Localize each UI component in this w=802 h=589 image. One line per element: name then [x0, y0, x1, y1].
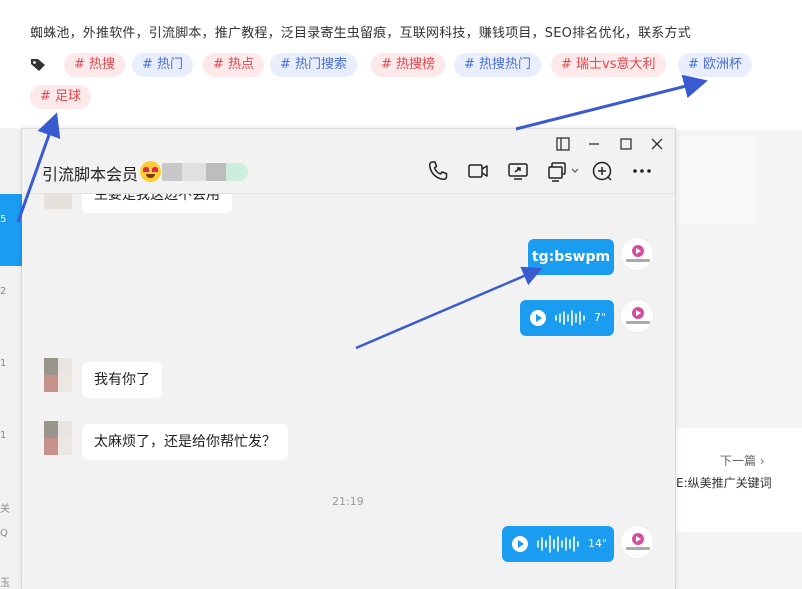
self-avatar[interactable] — [620, 525, 654, 559]
message-bubble[interactable]: 我有你了 — [82, 362, 162, 398]
tag-hot-search-hot[interactable]: # 热搜热门 — [454, 53, 542, 77]
tag-icon — [31, 59, 45, 71]
play-icon[interactable] — [512, 536, 528, 552]
add-icon[interactable] — [590, 159, 614, 183]
tag-hot[interactable]: # 热门 — [132, 53, 194, 77]
conversation-item-active[interactable] — [0, 194, 22, 266]
conversation-list-strip: 5 2 1 1 关 Q 玉 — [0, 128, 22, 589]
wave-icon — [537, 535, 579, 553]
redacted-name-block — [226, 163, 248, 181]
list-count: 1 — [0, 358, 7, 369]
contact-avatar[interactable] — [44, 421, 72, 455]
self-avatar[interactable] — [620, 237, 654, 271]
keywords-line: 蜘蛛池，外推软件，引流脚本，推广教程，泛目录寄生虫留痕，互联网科技，赚钱项目，S… — [30, 26, 691, 41]
next-article-label[interactable]: 下一篇 › — [720, 452, 765, 469]
chat-header-divider — [22, 193, 675, 194]
chat-window: 引流脚本会员 主要是我这边不会用 tg:bswpm 7" 我有你了 太麻烦了，还… — [22, 128, 676, 589]
redacted-name-block — [162, 163, 182, 181]
tag-hot-list[interactable]: # 热搜榜 — [371, 53, 446, 77]
chat-title: 引流脚本会员 — [42, 165, 139, 184]
list-count: 玉 — [0, 578, 10, 589]
redacted-name-block — [182, 163, 206, 181]
self-avatar[interactable] — [620, 299, 654, 333]
next-article-title[interactable]: E:纵美推广关键词 — [676, 474, 772, 491]
sidebar-toggle-icon[interactable] — [554, 135, 572, 153]
more-icon[interactable] — [630, 159, 654, 183]
phone-icon[interactable] — [426, 159, 450, 183]
page-card — [676, 136, 756, 224]
tag-hot-searches[interactable]: # 热门搜索 — [270, 53, 358, 77]
voice-duration: 7" — [594, 311, 607, 324]
tag-hotspot[interactable]: # 热点 — [203, 53, 265, 77]
video-icon[interactable] — [466, 159, 490, 183]
close-icon[interactable] — [648, 135, 666, 153]
message-timestamp: 21:19 — [332, 495, 364, 508]
tag-euro-cup[interactable]: # 欧洲杯 — [678, 53, 753, 77]
voice-message[interactable]: 7" — [520, 300, 614, 336]
list-count: Q — [0, 528, 8, 539]
wave-icon — [555, 310, 585, 326]
arrow-to-euro-cup — [515, 74, 708, 131]
list-count: 关 — [0, 504, 10, 515]
remote-control-icon[interactable] — [546, 159, 582, 183]
list-count: 2 — [0, 286, 7, 297]
voice-duration: 14" — [588, 537, 608, 550]
list-count: 5 — [0, 214, 7, 225]
play-icon[interactable] — [530, 310, 546, 326]
heart-eyes-emoji-icon — [140, 161, 161, 182]
screen-share-icon[interactable] — [506, 159, 530, 183]
redacted-name-block — [206, 163, 226, 181]
tag-swiss-vs-italy[interactable]: # 瑞士vs意大利 — [551, 53, 666, 77]
message-bubble-contact[interactable]: tg:bswpm — [528, 239, 614, 275]
minimize-icon[interactable] — [585, 135, 603, 153]
tag-hot-search[interactable]: # 热搜 — [64, 53, 126, 77]
message-bubble[interactable]: 太麻烦了，还是给你帮忙发？ — [82, 424, 288, 460]
contact-avatar[interactable] — [44, 358, 72, 392]
list-count: 1 — [0, 430, 7, 441]
brand-logo-icon — [632, 307, 644, 319]
brand-logo-icon — [632, 245, 644, 257]
voice-message[interactable]: 14" — [502, 526, 614, 562]
maximize-icon[interactable] — [617, 135, 635, 153]
tag-football[interactable]: # 足球 — [30, 85, 92, 109]
brand-logo-icon — [632, 533, 644, 545]
